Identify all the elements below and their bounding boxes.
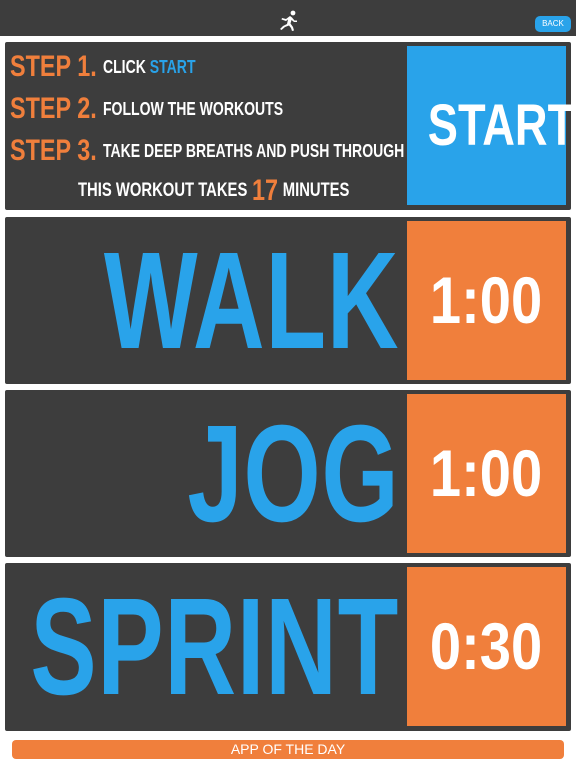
jog-timer-value: 1:00 (430, 436, 543, 510)
step-1-number: STEP 1. (10, 50, 97, 83)
jog-timer: 1:00 (407, 394, 566, 553)
step-1-text-prefix: CLICK (102, 56, 146, 77)
workout-row-jog: JOG 1:00 (5, 390, 571, 557)
instructions-panel: STEP 1. CLICK START STEP 2. FOLLOW THE WOR… (5, 42, 575, 210)
walk-timer: 1:00 (407, 221, 566, 380)
sprint-label: SPRINT (30, 570, 399, 724)
duration-value: 17 (252, 174, 279, 207)
start-button[interactable]: START (407, 46, 575, 205)
start-button-label: START (427, 93, 576, 158)
workout-duration: THIS WORKOUT TAKES 17 MINUTES (78, 174, 349, 208)
step-1: STEP 1. CLICK START (10, 50, 196, 84)
duration-suffix: MINUTES (282, 180, 350, 201)
sprint-timer: 0:30 (407, 567, 566, 726)
step-2-number: STEP 2. (10, 92, 97, 125)
walk-timer-value: 1:00 (430, 263, 543, 337)
runner-icon (280, 10, 297, 31)
app-of-the-day-banner[interactable]: APP OF THE DAY (12, 740, 564, 759)
duration-prefix: THIS WORKOUT TAKES (78, 180, 248, 201)
step-2-text: FOLLOW THE WORKOUTS (102, 98, 284, 119)
jog-label: JOG (187, 397, 399, 551)
workout-row-sprint: SPRINT 0:30 (5, 563, 571, 731)
workout-row-walk: WALK 1:00 (5, 217, 571, 384)
step-3-number: STEP 3. (10, 134, 97, 167)
step-3-text: TAKE DEEP BREATHS AND PUSH THROUGH (102, 140, 405, 161)
back-button[interactable]: BACK (535, 16, 571, 32)
top-bar: BACK (0, 0, 576, 36)
sprint-timer-value: 0:30 (430, 609, 543, 683)
step-3: STEP 3. TAKE DEEP BREATHS AND PUSH THROUG… (10, 134, 404, 168)
walk-label: WALK (103, 224, 399, 378)
step-1-text: CLICK START (103, 57, 196, 77)
step-2: STEP 2. FOLLOW THE WORKOUTS (10, 92, 283, 126)
step-1-text-highlight: START (149, 56, 196, 77)
